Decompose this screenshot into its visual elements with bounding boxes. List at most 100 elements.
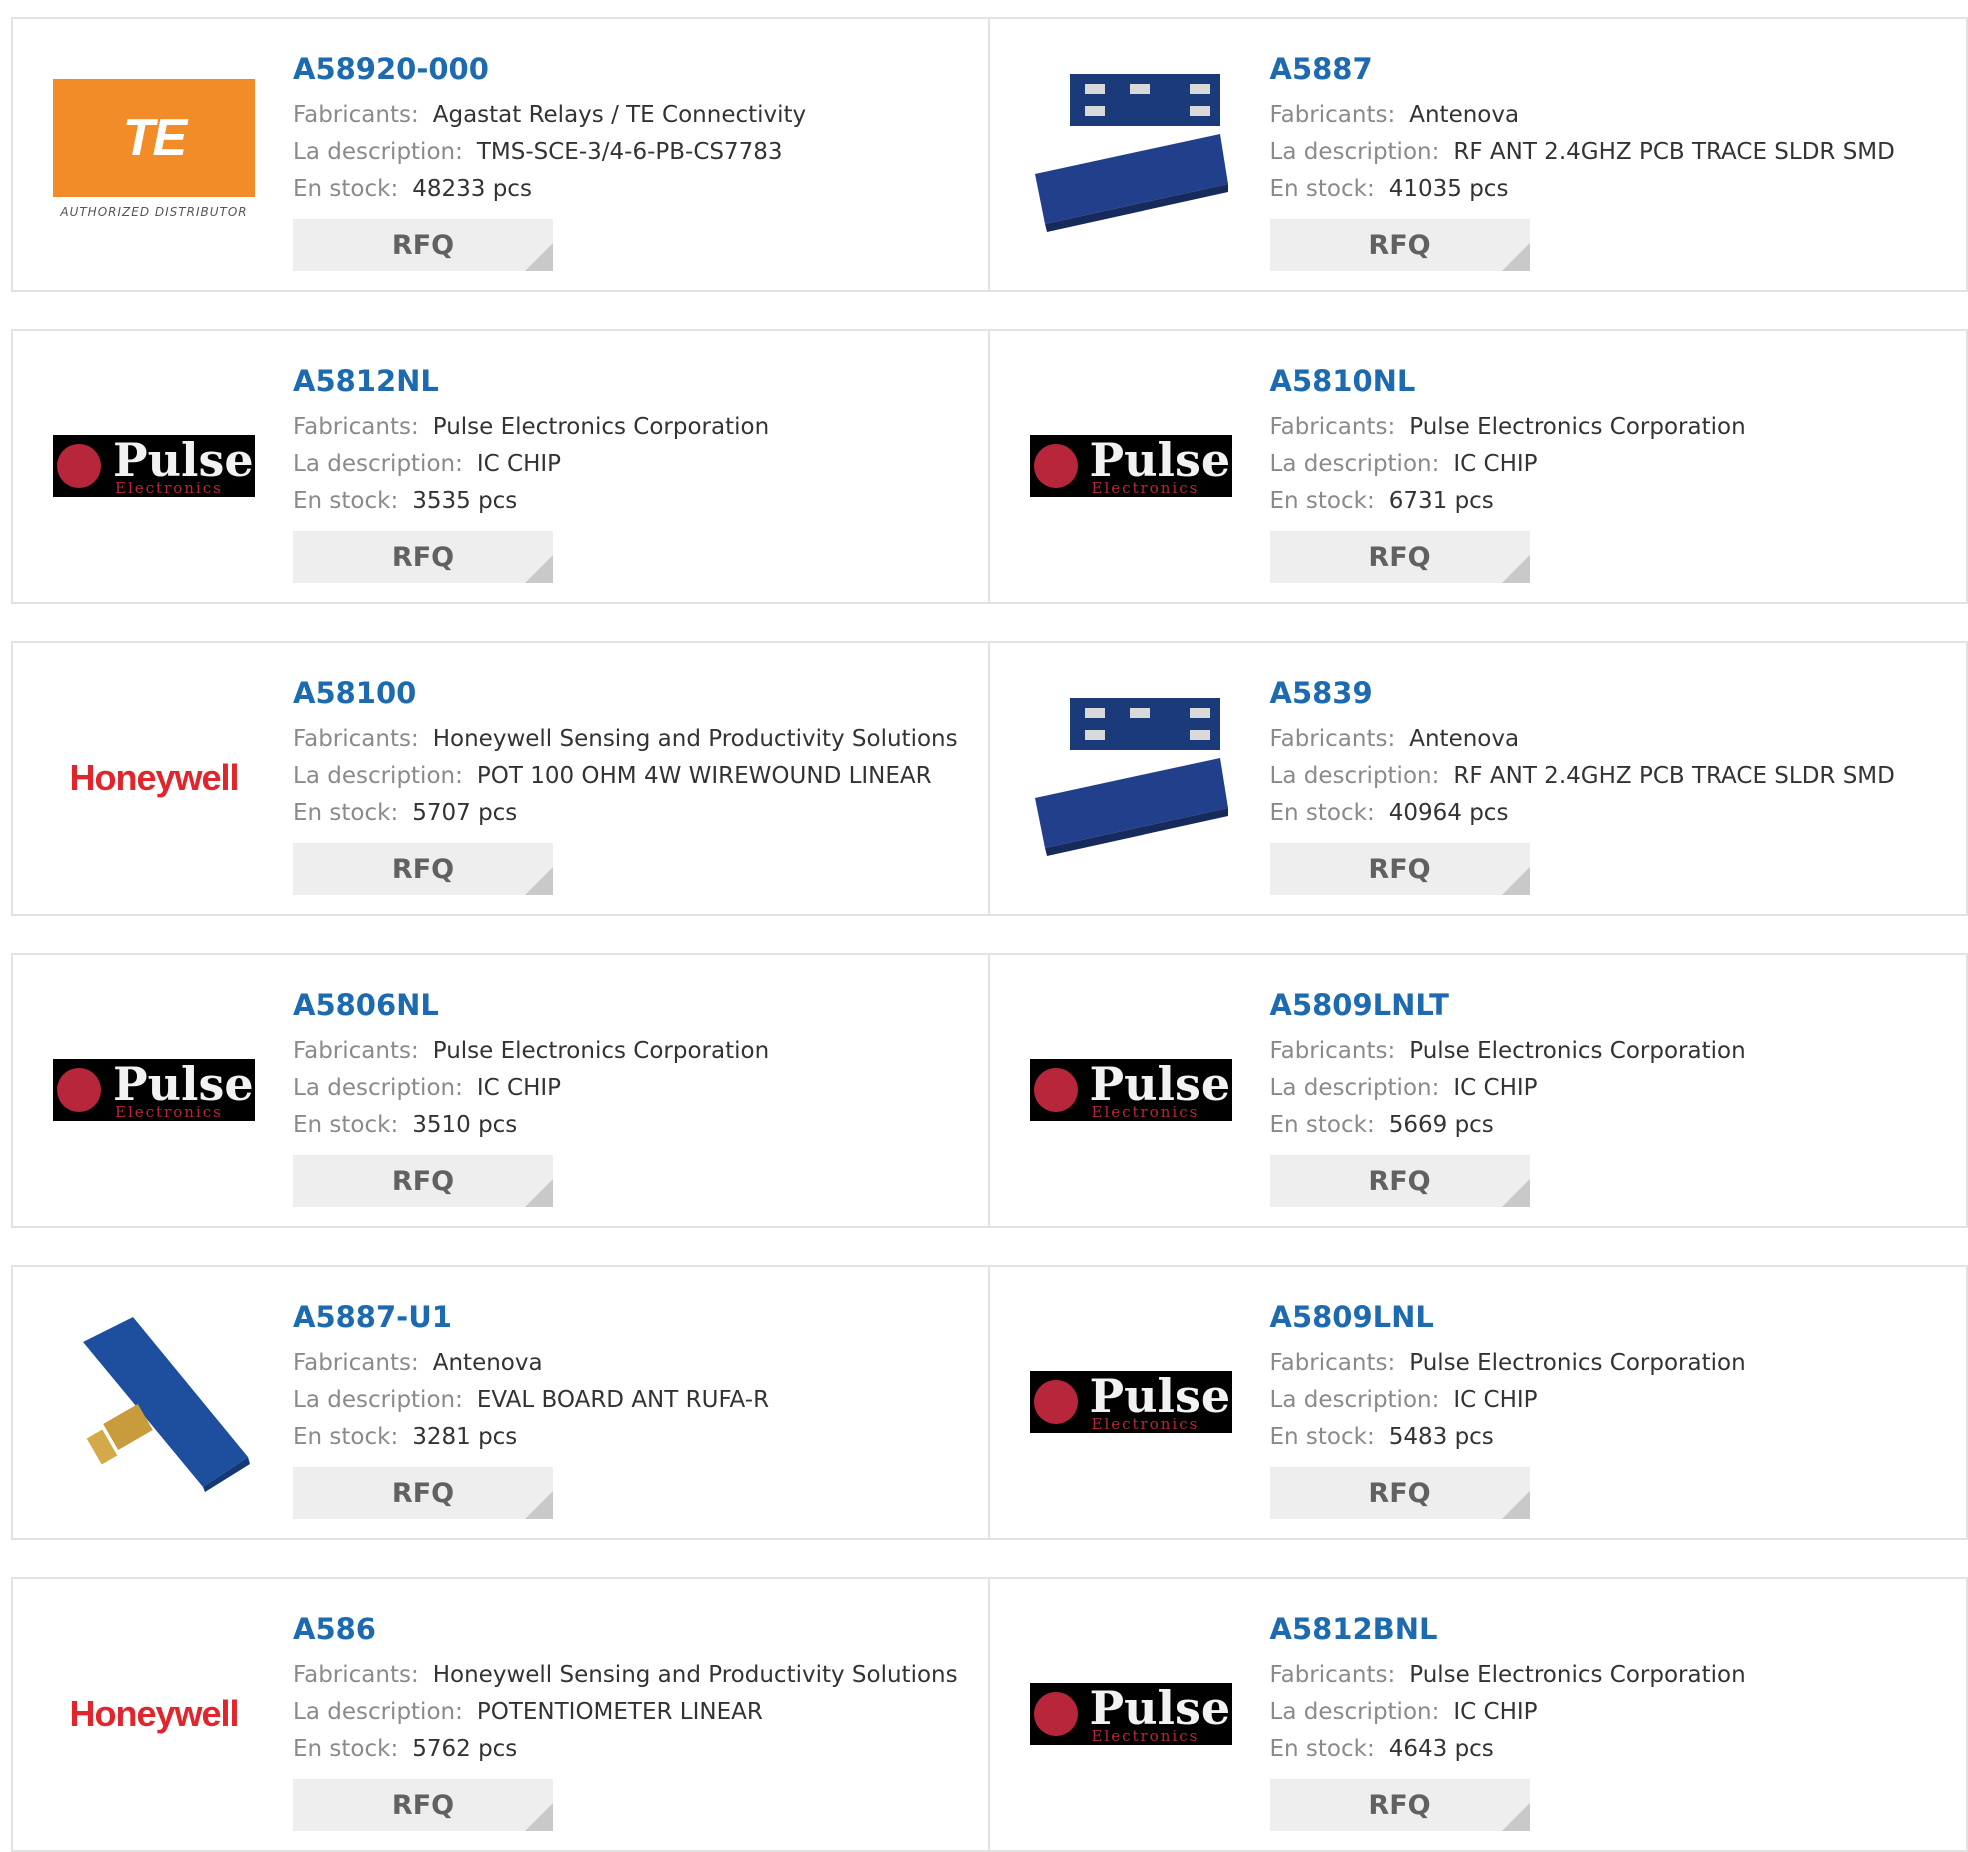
manufacturer-row: Fabricants: Pulse Electronics Corporation xyxy=(293,409,769,446)
description-label: La description: xyxy=(1269,1699,1440,1725)
description-label: La description: xyxy=(293,1699,463,1725)
product-image[interactable]: Pulse Electronics xyxy=(53,376,255,556)
part-number-link[interactable]: A5887 xyxy=(1270,49,1895,89)
description-row: La description: IC CHIP xyxy=(293,1070,769,1107)
product-image[interactable]: TE AUTHORIZED DISTRIBUTOR xyxy=(53,64,255,244)
rfq-button[interactable]: RFQ xyxy=(293,1779,553,1831)
product-card: Pulse Electronics A5812BNL Fabricants: Pul… xyxy=(990,1579,1967,1850)
pulse-logo-subtext: Electronics xyxy=(1091,1727,1200,1745)
part-number-link[interactable]: A5809LNL xyxy=(1270,1297,1746,1337)
product-row: Pulse Electronics A5806NL Fabricants: Puls… xyxy=(11,953,1968,1228)
product-image[interactable]: Pulse Electronics xyxy=(1029,1312,1232,1492)
honeywell-logo: Honeywell xyxy=(69,1693,239,1734)
manufacturer-label: Fabricants: xyxy=(293,414,419,440)
part-number-link[interactable]: A58920-000 xyxy=(293,49,806,89)
description-row: La description: IC CHIP xyxy=(1270,1694,1746,1731)
part-number-link[interactable]: A5809LNLT xyxy=(1270,985,1746,1025)
corner-triangle-icon xyxy=(1501,555,1530,583)
te-logo-text: TE xyxy=(122,109,187,167)
manufacturer-row: Fabricants: Pulse Electronics Corporation xyxy=(1270,1033,1746,1070)
stock-row: En stock: 5669 pcs xyxy=(1270,1107,1746,1144)
product-info: A5809LNLT Fabricants: Pulse Electronics C… xyxy=(1270,985,1746,1144)
rfq-button[interactable]: RFQ xyxy=(1269,1155,1530,1207)
stock-label: En stock: xyxy=(293,1736,399,1762)
description-label: La description: xyxy=(293,1075,463,1101)
product-image[interactable]: Honeywell xyxy=(53,688,255,868)
corner-triangle-icon xyxy=(525,1179,553,1207)
product-image[interactable]: Pulse Electronics xyxy=(1029,376,1232,556)
product-info: A5887-U1 Fabricants: Antenova La descript… xyxy=(293,1297,769,1456)
rfq-label: RFQ xyxy=(1368,1165,1431,1197)
honeywell-logo: Honeywell xyxy=(69,757,239,798)
rfq-button[interactable]: RFQ xyxy=(293,531,553,583)
product-image[interactable] xyxy=(1030,688,1232,868)
rfq-button[interactable]: RFQ xyxy=(1269,531,1530,583)
manufacturer-row: Fabricants: Pulse Electronics Corporation xyxy=(1270,1345,1746,1382)
product-image[interactable] xyxy=(1030,64,1232,244)
rfq-button[interactable]: RFQ xyxy=(293,1467,553,1519)
product-image[interactable]: Pulse Electronics xyxy=(53,1000,255,1180)
manufacturer-row: Fabricants: Honeywell Sensing and Product… xyxy=(293,1657,958,1694)
rfq-button[interactable]: RFQ xyxy=(293,843,553,895)
manufacturer-label: Fabricants: xyxy=(293,726,419,752)
rfq-button[interactable]: RFQ xyxy=(293,1155,553,1207)
stock-row: En stock: 3510 pcs xyxy=(293,1107,769,1144)
product-card: Pulse Electronics A5809LNL Fabricants: Pul… xyxy=(990,1267,1967,1538)
manufacturer-value: Pulse Electronics Corporation xyxy=(1409,1038,1746,1064)
part-number-link[interactable]: A5810NL xyxy=(1270,361,1746,401)
manufacturer-value: Pulse Electronics Corporation xyxy=(432,414,770,440)
pulse-logo: Pulse Electronics xyxy=(1029,1059,1232,1121)
stock-value: 3281 pcs xyxy=(412,1424,518,1450)
product-card: Pulse Electronics A5806NL Fabricants: Puls… xyxy=(13,955,990,1226)
product-card: Pulse Electronics A5809LNLT Fabricants: Pu… xyxy=(990,955,1967,1226)
product-card: Honeywell A586 Fabricants: Honeywell Sens… xyxy=(13,1579,990,1850)
part-number-link[interactable]: A5806NL xyxy=(293,985,769,1025)
product-image[interactable]: Pulse Electronics xyxy=(1029,1000,1232,1180)
pulse-logo-subtext: Electronics xyxy=(115,479,223,497)
part-number-link[interactable]: A5887-U1 xyxy=(293,1297,769,1337)
description-value: RF ANT 2.4GHZ PCB TRACE SLDR SMD xyxy=(1453,763,1895,789)
description-label: La description: xyxy=(293,139,463,165)
rfq-label: RFQ xyxy=(391,1165,455,1197)
pulse-logo: Pulse Electronics xyxy=(1029,435,1232,497)
rfq-label: RFQ xyxy=(391,541,455,573)
rfq-button[interactable]: RFQ xyxy=(1269,1779,1530,1831)
part-number-link[interactable]: A586 xyxy=(293,1609,958,1649)
rfq-button[interactable]: RFQ xyxy=(1269,219,1530,271)
manufacturer-value: Pulse Electronics Corporation xyxy=(432,1038,770,1064)
pulse-mark-icon xyxy=(1033,1068,1078,1112)
product-row: Pulse Electronics A5812NL Fabricants: Puls… xyxy=(11,329,1968,604)
description-label: La description: xyxy=(1269,451,1440,477)
part-number-link[interactable]: A58100 xyxy=(293,673,958,713)
part-number-link[interactable]: A5812BNL xyxy=(1270,1609,1746,1649)
stock-label: En stock: xyxy=(1269,1424,1375,1450)
stock-value: 5762 pcs xyxy=(412,1736,518,1762)
part-number-link[interactable]: A5839 xyxy=(1270,673,1895,713)
manufacturer-row: Fabricants: Honeywell Sensing and Product… xyxy=(293,721,958,758)
description-value: IC CHIP xyxy=(1453,1699,1538,1725)
part-number-link[interactable]: A5812NL xyxy=(293,361,769,401)
manufacturer-label: Fabricants: xyxy=(1269,726,1396,752)
pulse-logo-subtext: Electronics xyxy=(115,1103,223,1121)
stock-value: 5707 pcs xyxy=(412,800,518,826)
description-value: IC CHIP xyxy=(1453,1387,1538,1413)
rfq-button[interactable]: RFQ xyxy=(293,219,553,271)
stock-label: En stock: xyxy=(1269,1736,1375,1762)
product-image[interactable]: Pulse Electronics xyxy=(1029,1624,1232,1804)
product-info: A5812NL Fabricants: Pulse Electronics Cor… xyxy=(293,361,769,520)
product-image[interactable] xyxy=(53,1312,255,1492)
stock-value: 5483 pcs xyxy=(1388,1424,1494,1450)
product-image[interactable]: Honeywell xyxy=(53,1624,255,1804)
rfq-button[interactable]: RFQ xyxy=(1269,1467,1530,1519)
product-info: A5810NL Fabricants: Pulse Electronics Cor… xyxy=(1270,361,1746,520)
pulse-mark-icon xyxy=(1033,1692,1078,1736)
manufacturer-row: Fabricants: Antenova xyxy=(1270,97,1895,134)
product-info: A5839 Fabricants: Antenova La description… xyxy=(1270,673,1895,832)
rfq-button[interactable]: RFQ xyxy=(1269,843,1530,895)
stock-row: En stock: 4643 pcs xyxy=(1270,1731,1746,1768)
pulse-logo: Pulse Electronics xyxy=(53,1059,255,1121)
stock-row: En stock: 3281 pcs xyxy=(293,1419,769,1456)
stock-label: En stock: xyxy=(1269,1112,1375,1138)
manufacturer-row: Fabricants: Pulse Electronics Corporation xyxy=(1270,409,1746,446)
pulse-logo-subtext: Electronics xyxy=(1091,1103,1200,1121)
